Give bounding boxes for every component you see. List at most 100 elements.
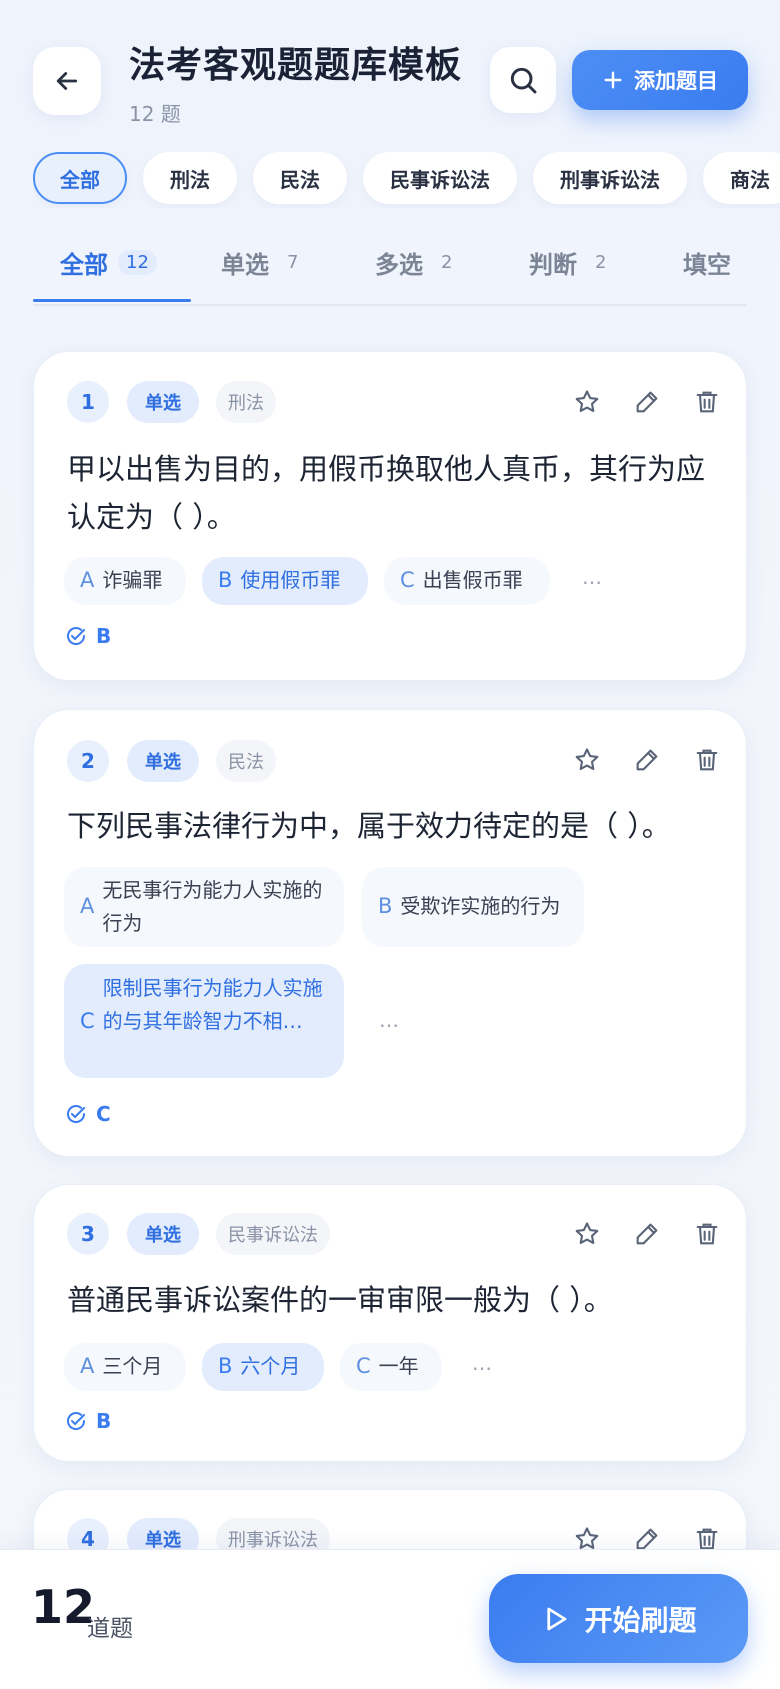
question-text: 下列民事法律行为中，属于效力待定的是（ ）。 — [67, 809, 671, 843]
add-question-label: 添加题目 — [634, 69, 718, 93]
total-question-count: 12 — [31, 1580, 96, 1634]
favorite-button[interactable] — [569, 1216, 605, 1252]
option-a[interactable]: A 三个月 — [64, 1343, 186, 1391]
tab-single-choice[interactable]: 单选 7 — [191, 230, 345, 294]
chip-criminal-procedure[interactable]: 刑事诉讼法 — [533, 152, 687, 204]
trash-icon — [696, 749, 718, 771]
option-key: B — [218, 1354, 233, 1378]
back-button[interactable] — [33, 47, 101, 115]
delete-button[interactable] — [689, 742, 725, 778]
subject-badge: 民法 — [216, 740, 276, 782]
active-tab-indicator — [33, 299, 191, 302]
tab-multiple-choice[interactable]: 多选 2 — [345, 230, 499, 294]
search-button[interactable] — [490, 47, 556, 113]
check-circle-icon — [67, 1105, 86, 1123]
option-text: 六个月 — [240, 1354, 301, 1378]
option-key: B — [378, 894, 393, 918]
chip-civil-law[interactable]: 民法 — [253, 152, 347, 204]
option-b[interactable]: B 受欺诈实施的行为 — [362, 867, 584, 947]
tab-label: 判断 — [529, 250, 577, 279]
question-number: 3 — [67, 1213, 109, 1255]
question-number: 2 — [67, 740, 109, 782]
tab-count: 2 — [595, 251, 607, 273]
search-icon — [510, 67, 537, 94]
question-count-subtitle: 12 题 — [129, 102, 181, 126]
tab-all[interactable]: 全部 12 — [33, 230, 191, 294]
option-text: 无民事行为能力人实施的行为 — [102, 878, 323, 935]
tab-label: 全部 — [60, 250, 108, 279]
tab-count: 1 — [741, 250, 747, 275]
chip-commercial-law[interactable]: 商法 — [703, 152, 780, 204]
option-c[interactable]: C 出售假币罪 — [384, 557, 550, 605]
pencil-icon — [636, 1223, 658, 1245]
delete-button[interactable] — [689, 1216, 725, 1252]
option-c[interactable]: C 一年 — [340, 1343, 442, 1391]
correct-answer: C — [64, 1102, 111, 1126]
pencil-icon — [636, 749, 658, 771]
subject-badge: 刑法 — [216, 381, 276, 423]
option-text: 三个月 — [102, 1354, 163, 1378]
start-practice-label: 开始刷题 — [584, 1603, 697, 1637]
option-key: C — [356, 1354, 371, 1378]
tab-true-false[interactable]: 判断 2 — [499, 230, 653, 294]
trash-icon — [696, 1223, 718, 1245]
edit-button[interactable] — [629, 742, 665, 778]
edit-button[interactable] — [629, 384, 665, 420]
question-type-badge: 单选 — [127, 381, 199, 423]
option-a[interactable]: A 诈骗罪 — [64, 557, 186, 605]
question-text: 甲以出售为目的，用假币换取他人真币，其行为应认定为（ ）。 — [67, 452, 706, 534]
tab-label: 单选 — [221, 250, 269, 279]
question-card[interactable]: 3 单选 民事诉讼法 普通民事诉讼案件的一审审限一般为（ ）。 A 三个月 B 六个… — [33, 1184, 747, 1462]
tab-count: 7 — [287, 251, 299, 273]
arrow-left-icon — [56, 72, 78, 90]
question-type-badge: 单选 — [127, 740, 199, 782]
option-c[interactable]: C 限制民事行为能力人实施的与其年龄智力不相… — [64, 964, 344, 1078]
star-icon — [575, 390, 599, 413]
option-b[interactable]: B 六个月 — [202, 1343, 324, 1391]
bottom-bar: 12 道题 开始刷题 — [0, 1549, 780, 1689]
chip-civil-procedure[interactable]: 民事诉讼法 — [363, 152, 517, 204]
option-key: C — [400, 568, 415, 592]
chip-all[interactable]: 全部 — [33, 152, 127, 204]
edit-button[interactable] — [629, 1216, 665, 1252]
tab-fill-blank[interactable]: 填空 1 — [653, 230, 747, 294]
total-question-unit: 道题 — [87, 1616, 133, 1642]
answer-value: B — [96, 1409, 112, 1433]
question-card[interactable]: 1 单选 刑法 甲以出售为目的，用假币换取他人真币，其行为应认定为（ ）。 A诈… — [33, 351, 747, 681]
delete-button[interactable] — [689, 384, 725, 420]
option-text: 一年 — [378, 1354, 419, 1378]
question-type-tabs: 全部 12 单选 7 多选 2 判断 2 填空 1 — [33, 230, 747, 306]
question-card[interactable]: 2 单选 民法 下列民事法律行为中，属于效力待定的是（ ）。 A 无民事行为能力人… — [33, 709, 747, 1157]
subject-filter-chips: 全部 刑法 民法 民事诉讼法 刑事诉讼法 商法 — [33, 152, 780, 208]
more-options-ellipsis: … — [582, 565, 602, 589]
plus-icon — [604, 71, 622, 89]
option-key: A — [80, 1354, 95, 1378]
start-practice-button[interactable]: 开始刷题 — [489, 1574, 748, 1663]
more-options-ellipsis: … — [472, 1351, 492, 1375]
option-text: 受欺诈实施的行为 — [400, 894, 561, 918]
tab-label: 填空 — [683, 250, 731, 279]
favorite-button[interactable] — [569, 384, 605, 420]
pencil-icon — [636, 391, 658, 413]
option-a[interactable]: A 无民事行为能力人实施的行为 — [64, 867, 344, 947]
check-circle-icon — [67, 1412, 86, 1430]
check-circle-icon — [67, 627, 86, 645]
favorite-button[interactable] — [569, 742, 605, 778]
question-type-badge: 单选 — [127, 1213, 199, 1255]
star-icon — [575, 748, 599, 771]
play-icon — [547, 1607, 567, 1630]
question-number: 1 — [67, 381, 109, 423]
correct-answer: B — [64, 1409, 111, 1433]
add-question-button[interactable]: 添加题目 — [572, 50, 748, 110]
option-b[interactable]: B 使用假币罪 — [202, 557, 368, 605]
star-icon — [575, 1222, 599, 1245]
trash-icon — [696, 391, 718, 413]
option-text: 使用假币罪 — [240, 568, 341, 592]
chip-criminal-law[interactable]: 刑法 — [143, 152, 237, 204]
more-options-ellipsis: … — [379, 1008, 399, 1032]
tab-count: 2 — [441, 251, 453, 273]
page-title: 法考客观题题库模板 — [129, 45, 463, 86]
option-key: A — [80, 568, 95, 592]
tab-count: 12 — [118, 249, 157, 275]
option-text: 出售假币罪 — [422, 568, 523, 592]
